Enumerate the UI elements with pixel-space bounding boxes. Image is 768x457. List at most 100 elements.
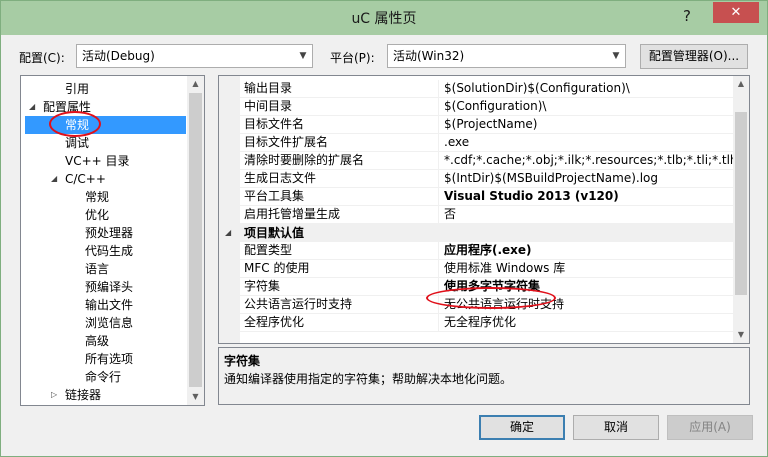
tree-item-label: 链接器 [65,388,102,402]
property-row[interactable]: 启用托管增量生成否 [240,206,733,224]
grid-scrollbar[interactable]: ▲ ▼ [733,76,749,343]
property-row[interactable]: 配置类型 应用程序(.exe) [240,242,733,260]
collapse-arrow-icon[interactable]: ◢ [225,224,231,242]
property-name: MFC 的使用 [240,260,439,277]
tree-item-label: 预编译头 [85,280,134,294]
tree-item-label: 常规 [65,118,90,132]
tree-item[interactable]: 常规 [85,188,109,206]
tree-item[interactable]: 链接器 [65,386,101,404]
window-title: uC 属性页 [351,11,417,27]
platform-label: 平台(P): [330,51,375,65]
chevron-down-icon: ▼ [612,51,620,61]
tree-item[interactable]: 优化 [85,206,109,224]
scroll-down-icon[interactable]: ▼ [733,327,749,343]
tree-item-label: 调试 [65,136,90,150]
property-value[interactable]: 无公共语言运行时支持 [442,296,564,313]
property-grid[interactable]: 输出目录 $(SolutionDir)$(Configuration)\ 中间目录 $… [218,75,750,344]
tree-item-label: 语言 [85,262,110,276]
property-name: 中间目录 [240,98,439,115]
platform-dropdown[interactable]: 活动(Win32) ▼ [387,44,626,68]
property-row[interactable]: 公共语言运行时支持 无公共语言运行时支持 [240,296,733,314]
scroll-up-icon[interactable]: ▲ [187,76,204,92]
property-value[interactable]: .exe [442,134,469,151]
property-value[interactable]: $(SolutionDir)$(Configuration)\ [442,80,630,97]
config-dropdown[interactable]: 活动(Debug) ▼ [76,44,313,68]
tree-item-label: 预处理器 [85,226,134,240]
property-row[interactable]: 全程序优化 无全程序优化 [240,314,733,332]
expand-arrow-icon[interactable]: ▷ [51,386,57,404]
tree-scrollbar[interactable]: ▲ ▼ [187,76,204,405]
category-row[interactable]: ◢ 项目默认值 [219,224,733,242]
close-button[interactable]: ✕ [713,2,759,23]
description-title: 字符集 [224,354,261,368]
config-label: 配置(C): [19,51,65,65]
scroll-down-icon[interactable]: ▼ [187,389,204,405]
property-row[interactable]: 生成日志文件 $(IntDir)$(MSBuildProjectName).log [240,170,733,188]
property-row[interactable]: MFC 的使用 使用标准 Windows 库 [240,260,733,278]
config-manager-button[interactable]: 配置管理器(O)... [640,44,748,69]
property-value[interactable]: 使用多字节字符集 [442,278,540,295]
tree-item-label: VC++ 目录 [65,154,130,168]
property-value[interactable]: $(ProjectName) [442,116,537,133]
tree-item-label: 所有选项 [85,352,134,366]
tree-item[interactable]: 浏览信息 [85,314,133,332]
tree-item-label: 优化 [85,208,110,222]
tree-scroll-thumb[interactable] [189,93,202,387]
property-name: 启用托管增量生成 [240,206,439,223]
tree-item-label: 命令行 [85,370,122,384]
property-value[interactable]: 无全程序优化 [442,314,516,331]
property-tree[interactable]: 引用 配置属性 ◢ 常规 调试 VC++ 目录 C/C++ ◢ 常规 优化 预处理器 代码生成 语言 预编… [20,75,205,406]
tree-item[interactable]: 预处理器 [85,224,133,242]
tree-item[interactable]: 常规 [25,116,186,134]
tree-item[interactable]: 高级 [85,332,109,350]
property-row[interactable]: 平台工具集 Visual Studio 2013 (v120) [240,188,733,206]
collapse-arrow-icon[interactable]: ◢ [29,98,35,116]
property-value[interactable]: 应用程序(.exe) [442,242,532,259]
help-button[interactable]: ? [675,5,699,27]
property-name: 配置类型 [240,242,439,259]
config-value: 活动(Debug) [82,49,155,63]
tree-item[interactable]: 代码生成 [85,242,133,260]
property-name: 输出目录 [240,80,439,97]
tree-item[interactable]: 命令行 [85,368,121,386]
property-row[interactable]: 字符集 使用多字节字符集 [240,278,733,296]
tree-item-label: 浏览信息 [85,316,134,330]
tree-item[interactable]: C/C++ [65,170,106,188]
property-value[interactable]: *.cdf;*.cache;*.obj;*.ilk;*.resources;*.… [442,152,733,169]
scroll-up-icon[interactable]: ▲ [733,76,749,92]
property-row[interactable]: 输出目录 $(SolutionDir)$(Configuration)\ [240,80,733,98]
tree-item[interactable]: 输出文件 [85,296,133,314]
title-bar[interactable]: uC 属性页 ? ✕ [1,1,767,35]
description-panel: 字符集 通知编译器使用指定的字符集；帮助解决本地化问题。 [218,347,750,405]
tree-item-label: 代码生成 [85,244,134,258]
apply-button[interactable]: 应用(A) [667,415,753,440]
grid-scroll-thumb[interactable] [735,112,747,295]
tree-item[interactable]: 语言 [85,260,109,278]
tree-item[interactable]: 所有选项 [85,350,133,368]
ok-button[interactable]: 确定 [479,415,565,440]
property-value[interactable]: 否 [442,206,456,223]
property-value[interactable]: 使用标准 Windows 库 [442,260,565,277]
tree-item[interactable]: 配置属性 [43,98,91,116]
tree-item-label: 常规 [85,190,110,204]
tree-item-label: 引用 [65,82,90,96]
property-row[interactable]: 清除时要删除的扩展名 *.cdf;*.cache;*.obj;*.ilk;*.re… [240,152,733,170]
tree-item[interactable]: 调试 [65,134,89,152]
property-value[interactable]: $(IntDir)$(MSBuildProjectName).log [442,170,658,187]
tree-item[interactable]: 引用 [65,80,89,98]
tree-item[interactable]: 预编译头 [85,278,133,296]
description-text: 通知编译器使用指定的字符集；帮助解决本地化问题。 [224,372,513,386]
property-name: 字符集 [240,278,439,295]
property-row[interactable]: 目标文件名 $(ProjectName) [240,116,733,134]
cancel-button[interactable]: 取消 [573,415,659,440]
tree-item-label: C/C++ [65,172,106,186]
tree-item[interactable]: VC++ 目录 [65,152,130,170]
property-row[interactable]: 目标文件扩展名 .exe [240,134,733,152]
collapse-arrow-icon[interactable]: ◢ [51,170,57,188]
property-value[interactable]: Visual Studio 2013 (v120) [442,188,619,205]
property-row[interactable]: 中间目录 $(Configuration)\ [240,98,733,116]
property-value[interactable]: $(Configuration)\ [442,98,546,115]
property-name: 清除时要删除的扩展名 [240,152,439,169]
category-label: 项目默认值 [244,226,305,240]
tree-item-label: 输出文件 [85,298,134,312]
